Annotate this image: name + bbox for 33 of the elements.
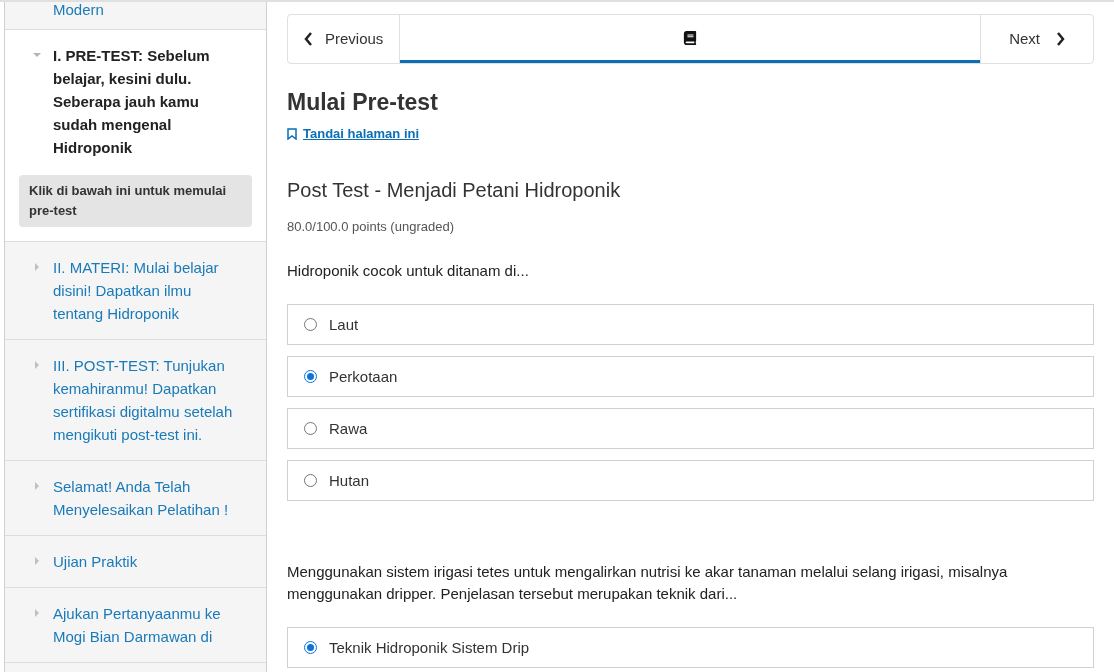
sidebar-item-label: I. PRE-TEST: Sebelum belajar, kesini dulu. Seberapa jauh kamu sudah mengenal Hidroponik	[53, 46, 211, 158]
sidebar-item-label: II. MATERI: Mulai belajar disini! Dapatkan ilmu tentang Hidroponik	[53, 258, 220, 324]
sidebar-item-label: Ujian Praktik	[53, 552, 138, 572]
sidebar-note[interactable]: Klik di bawah ini untuk memulai pre-test	[19, 175, 252, 227]
sidebar-item[interactable]: I. PRE-TEST: Sebelum belajar, kesini dulu. Seberapa jauh kamu sudah mengenal Hidroponik Klik di bawah ini untuk memulai pre-test	[5, 30, 266, 242]
chevron-right-icon	[1056, 32, 1065, 46]
points-text: 80.0/100.0 points (ungraded)	[287, 217, 455, 236]
sidebar-item-label: Modern	[53, 2, 104, 20]
answer-option[interactable]: Teknik Hidroponik Sistem Drip	[287, 627, 1094, 669]
answer-option[interactable]: Hutan	[287, 460, 1094, 502]
question-text: Hidroponik cocok untuk ditanam di...	[287, 261, 530, 282]
question-text: Menggunakan sistem irigasi tetes untuk mengalirkan nutrisi ke akar tanaman melalui selang irigasi, misalnya menggunakan dripper. Penjelasan tersebut merupakan teknik dari...	[287, 562, 1009, 605]
page-title: Mulai Pre-test	[287, 88, 439, 116]
sidebar-item[interactable]: Modern	[5, 2, 266, 30]
caret-icon	[33, 557, 41, 565]
next-button[interactable]: Next	[980, 15, 1093, 63]
caret-icon	[33, 482, 41, 490]
book-icon	[683, 30, 698, 45]
caret-icon	[33, 609, 41, 617]
problem-title: Post Test - Menjadi Petani Hidroponik	[287, 177, 622, 203]
sidebar-item-label: Ajukan Pertanyaanmu ke Mogi Bian Darmawan di	[53, 604, 222, 647]
chevron-left-icon	[304, 32, 313, 46]
bookmark-icon	[287, 127, 297, 140]
sidebar-item-label: III. POST-TEST: Tunjukan kemahiranmu! Dapatkan sertifikasi digitalmu setelah mengikuti post-test ini.	[53, 356, 234, 445]
bookmark-link[interactable]: Tandai halaman ini	[287, 124, 420, 144]
previous-button[interactable]: Previous	[288, 15, 401, 63]
answer-option[interactable]: Rawa	[287, 408, 1094, 450]
caret-icon	[33, 263, 41, 271]
answer-option[interactable]: Perkotaan	[287, 356, 1094, 398]
sidebar-item-label: Selamat! Anda Telah Menyelesaikan Pelatihan !	[53, 477, 230, 520]
caret-icon	[33, 361, 41, 369]
caret-icon	[33, 51, 41, 59]
answer-option[interactable]: Laut	[287, 304, 1094, 346]
